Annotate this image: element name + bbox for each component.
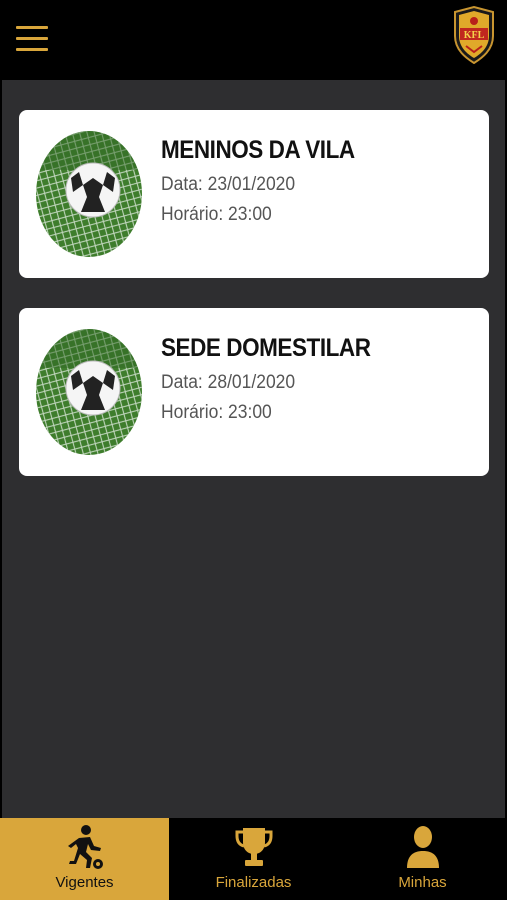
club-shield-logo: KFL: [454, 6, 494, 64]
match-team-name: MENINOS DA VILA: [161, 136, 355, 164]
match-time: Horário: 23:00: [161, 204, 272, 225]
match-card[interactable]: MENINOS DA VILA Data: 23/01/2020 Horário…: [19, 110, 489, 278]
hamburger-menu-icon[interactable]: [16, 26, 48, 52]
svg-text:KFL: KFL: [464, 30, 485, 41]
top-app-bar: KFL: [0, 0, 507, 80]
tab-finalizadas[interactable]: Finalizadas: [169, 818, 338, 900]
tab-minhas[interactable]: Minhas: [338, 818, 507, 900]
tab-label: Finalizadas: [215, 874, 292, 891]
soccer-ball-image: [36, 131, 142, 257]
soccer-player-icon: [67, 825, 103, 869]
trophy-icon: [235, 828, 272, 866]
bottom-navigation: Vigentes Finalizadas Minhas: [0, 818, 507, 900]
match-date: Data: 23/01/2020: [161, 174, 296, 195]
screen-border-left: [0, 0, 2, 900]
tab-vigentes[interactable]: Vigentes: [0, 818, 169, 900]
user-icon: [406, 826, 439, 868]
match-date: Data: 28/01/2020: [161, 372, 296, 393]
tab-label: Vigentes: [55, 874, 114, 891]
soccer-ball-image: [36, 329, 142, 455]
match-time: Horário: 23:00: [161, 402, 272, 423]
match-team-name: SEDE DOMESTILAR: [161, 334, 371, 362]
match-card[interactable]: SEDE DOMESTILAR Data: 28/01/2020 Horário…: [19, 308, 489, 476]
tab-label: Minhas: [398, 874, 447, 891]
